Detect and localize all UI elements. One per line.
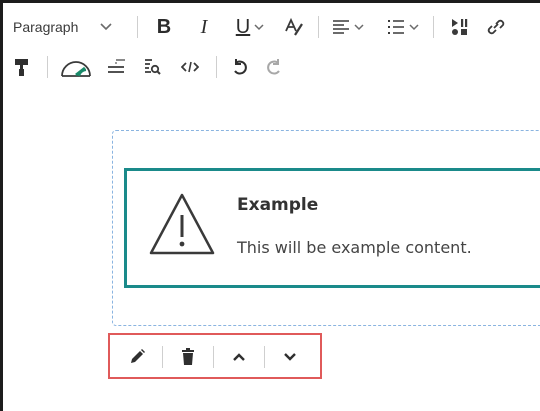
find-replace-icon <box>143 58 161 76</box>
list-button[interactable] <box>379 12 427 42</box>
chevron-up-icon <box>232 352 246 362</box>
source-code-icon <box>181 60 199 74</box>
chevron-down-icon <box>409 23 419 31</box>
list-icon <box>387 19 405 35</box>
callout-box[interactable]: Example This will be example content. <box>124 168 540 288</box>
paragraph-format-label: Paragraph <box>13 19 79 35</box>
bold-button[interactable]: B <box>144 12 184 42</box>
underline-button[interactable]: U <box>224 12 276 42</box>
chevron-down-icon <box>283 352 297 362</box>
toolbar-divider <box>318 16 319 38</box>
accessibility-checker-button[interactable] <box>54 52 98 82</box>
accessibility-checker-icon <box>59 56 93 78</box>
move-block-up-button[interactable] <box>214 340 264 374</box>
callout-text: This will be example content. <box>237 238 472 257</box>
chevron-down-icon <box>100 23 112 31</box>
toolbar-row-2 <box>3 50 291 84</box>
edit-block-button[interactable] <box>112 340 162 374</box>
find-replace-button[interactable] <box>134 52 170 82</box>
align-icon <box>332 19 350 35</box>
undo-button[interactable] <box>223 52 257 82</box>
move-block-down-button[interactable] <box>265 340 315 374</box>
format-painter-icon <box>14 57 30 77</box>
toolbar-divider <box>433 16 434 38</box>
text-color-button[interactable] <box>276 12 312 42</box>
toolbar-divider <box>47 56 48 78</box>
link-button[interactable] <box>480 12 510 42</box>
warning-icon <box>147 191 217 257</box>
editor-frame: Paragraph B I U Example This will be exa… <box>0 0 540 411</box>
chevron-down-icon <box>254 23 264 31</box>
italic-button[interactable]: I <box>184 12 224 42</box>
insert-stuff-icon <box>450 17 470 37</box>
trash-icon <box>181 348 195 366</box>
link-icon <box>485 17 505 37</box>
callout-title: Example <box>237 195 319 215</box>
format-painter-button[interactable] <box>3 52 41 82</box>
paragraph-format-select[interactable]: Paragraph <box>3 12 131 42</box>
pencil-icon <box>128 348 146 366</box>
redo-icon <box>265 58 283 76</box>
insert-stuff-button[interactable] <box>440 12 480 42</box>
source-code-button[interactable] <box>170 52 210 82</box>
word-count-icon <box>106 58 126 76</box>
align-button[interactable] <box>325 12 371 42</box>
underline-label: U <box>235 15 251 38</box>
toolbar-divider <box>216 56 217 78</box>
text-color-icon <box>283 16 305 38</box>
word-count-button[interactable] <box>98 52 134 82</box>
toolbar-divider <box>137 16 138 38</box>
toolbar-row-1: Paragraph B I U <box>3 10 510 44</box>
frame-border-top <box>0 0 540 3</box>
block-action-bar <box>112 339 322 375</box>
undo-icon <box>231 58 249 76</box>
delete-block-button[interactable] <box>163 340 213 374</box>
redo-button[interactable] <box>257 52 291 82</box>
chevron-down-icon <box>354 23 364 31</box>
